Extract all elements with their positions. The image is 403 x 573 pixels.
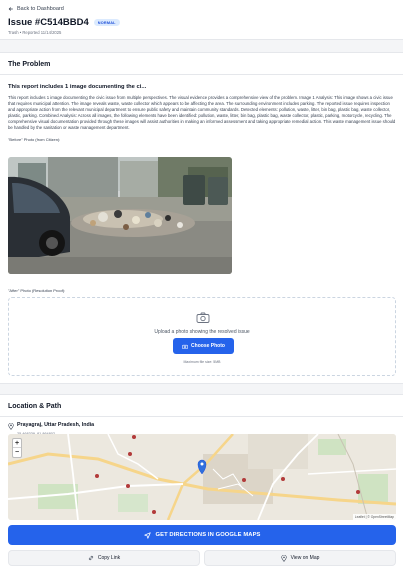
issue-meta: Trash • Reported 11/14/2025 <box>8 30 62 35</box>
after-photo-dropzone[interactable]: Upload a photo showing the resolved issu… <box>8 297 396 376</box>
camera-icon <box>196 312 210 323</box>
problem-subtitle: This report includes 1 image documenting… <box>8 84 147 90</box>
after-photo-label: "After" Photo (Resolution Proof): <box>8 288 66 293</box>
max-size-note: Maximum file size: 5MB <box>183 360 221 364</box>
get-directions-button[interactable]: GET DIRECTIONS IN GOOGLE MAPS <box>8 525 396 545</box>
problem-description: This report includes 1 image documenting… <box>8 95 396 131</box>
before-photo[interactable] <box>8 157 232 274</box>
location-map[interactable]: + − Leaflet | © OpenStreetMap <box>8 434 396 520</box>
status-badge: NORMAL <box>93 19 120 26</box>
get-directions-label: GET DIRECTIONS IN GOOGLE MAPS <box>155 532 261 538</box>
arrow-left-icon <box>8 7 13 11</box>
zoom-out-button[interactable]: − <box>13 448 21 457</box>
view-on-map-label: View on Map <box>290 555 320 561</box>
zoom-in-button[interactable]: + <box>13 439 21 448</box>
view-on-map-button[interactable]: View on Map <box>204 550 396 566</box>
location-name: Prayagraj, Uttar Pradesh, India <box>17 422 95 428</box>
copy-link-label: Copy Link <box>97 555 121 561</box>
back-to-dashboard-link[interactable]: Back to Dashboard <box>8 5 395 13</box>
problem-card: The Problem This report includes 1 image… <box>0 52 403 384</box>
problem-section-title: The Problem <box>0 53 403 75</box>
choose-photo-button[interactable]: Choose Photo <box>173 338 234 354</box>
before-photo-label: "Before" Photo (from Citizen): <box>8 136 61 142</box>
navigation-arrow-icon <box>143 531 151 539</box>
upload-instruction: Upload a photo showing the resolved issu… <box>154 329 250 335</box>
copy-link-button[interactable]: Copy Link <box>8 550 200 566</box>
page-title: Issue #C514BBD4 <box>8 17 89 28</box>
map-zoom-control: + − <box>12 438 22 458</box>
location-card: Location & Path Prayagraj, Uttar Pradesh… <box>0 394 403 573</box>
camera-icon <box>182 344 188 349</box>
location-section-title: Location & Path <box>0 395 403 417</box>
link-icon <box>88 555 93 561</box>
choose-photo-label: Choose Photo <box>191 343 225 349</box>
back-link-label: Back to Dashboard <box>17 6 64 12</box>
location-pin-icon <box>8 422 14 430</box>
map-attribution[interactable]: Leaflet | © OpenStreetMap <box>352 514 396 520</box>
map-pin-icon <box>280 554 287 562</box>
page-header: Back to Dashboard Issue #C514BBD4 NORMAL… <box>0 0 403 40</box>
